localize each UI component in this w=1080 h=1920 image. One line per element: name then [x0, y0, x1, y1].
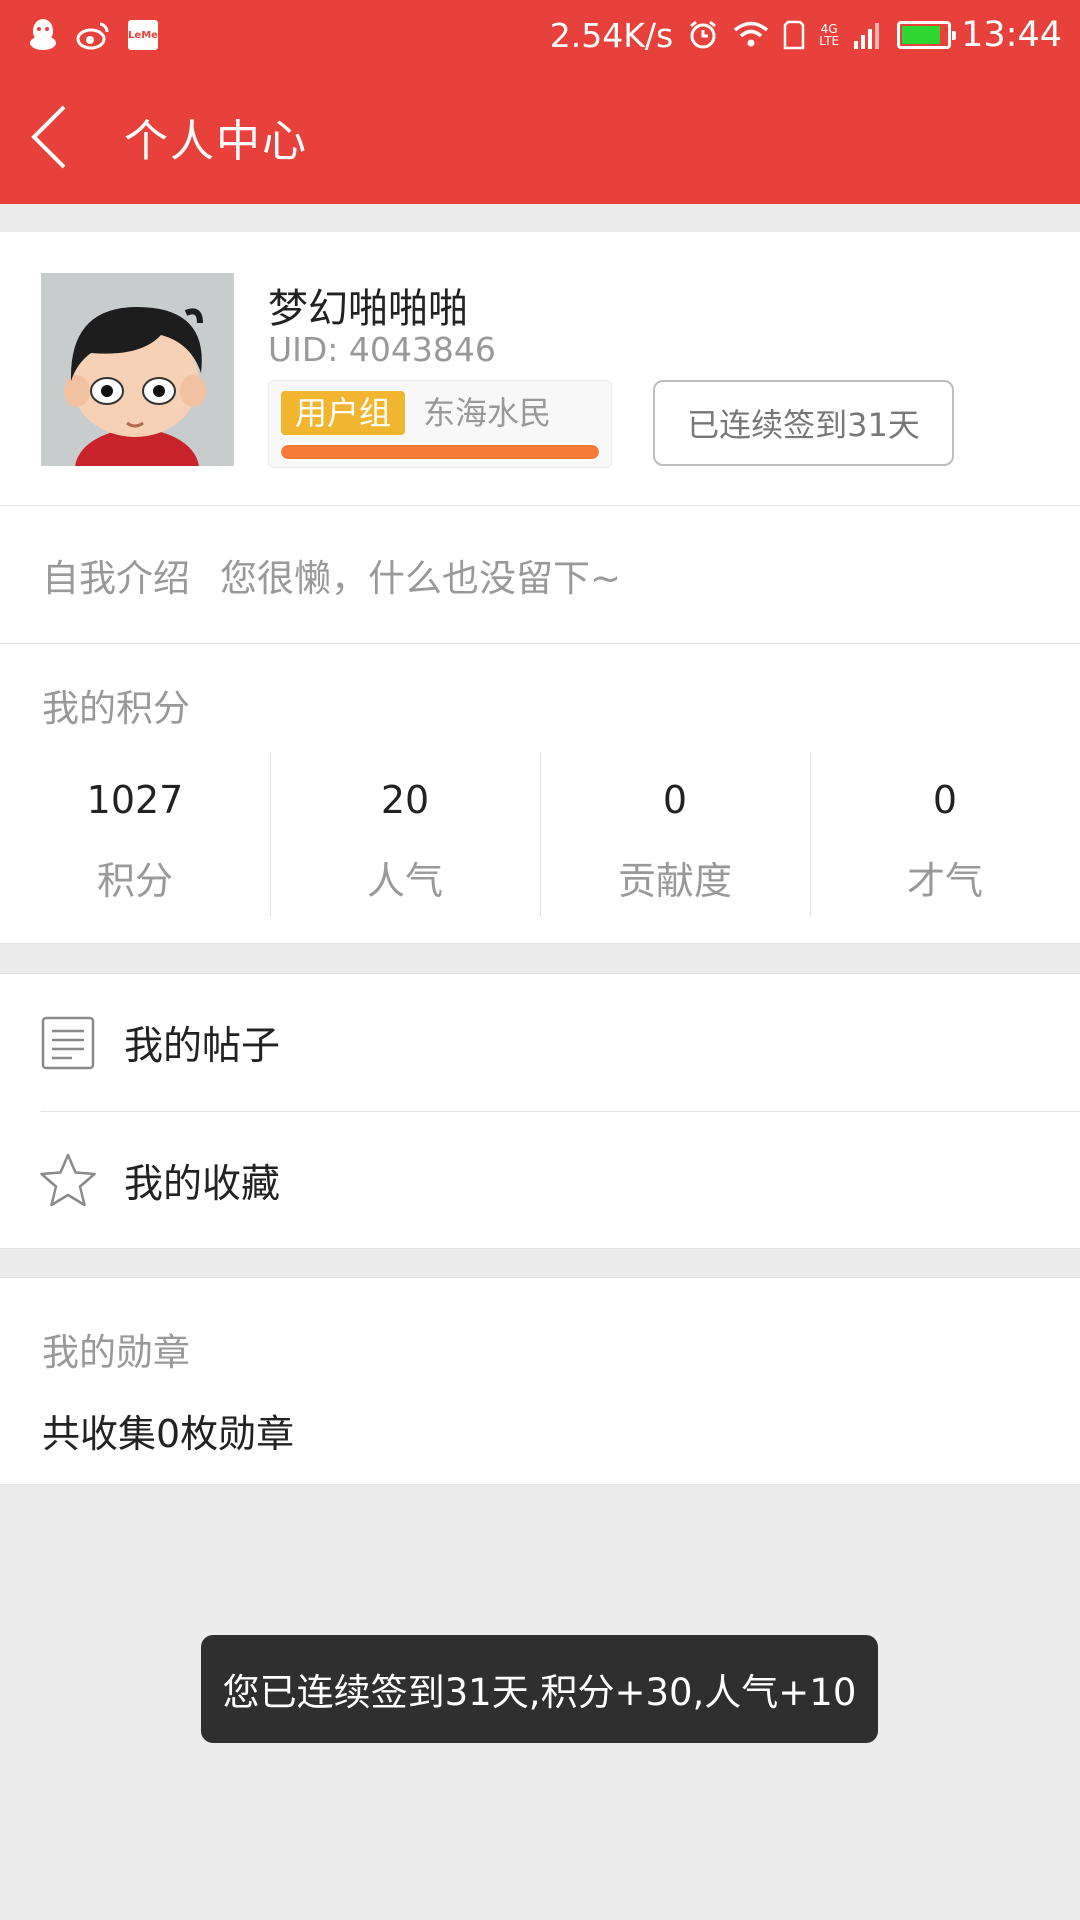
stat-contribution[interactable]: 0 贡献度: [540, 752, 810, 916]
profile-menu: 我的帖子 我的收藏: [0, 973, 1080, 1249]
star-icon: [38, 1151, 98, 1211]
self-intro-label: 自我介绍: [42, 556, 190, 600]
username: 梦幻啪啪啪: [268, 286, 468, 332]
stat-label: 贡献度: [617, 859, 732, 903]
menu-item-label: 我的收藏: [124, 1161, 281, 1207]
user-group-tag: 用户组: [281, 391, 406, 435]
sign-in-button[interactable]: 已连续签到31天: [653, 380, 954, 466]
signal-icon: [854, 23, 880, 49]
experience-bar: [281, 445, 599, 459]
stat-value: 20: [380, 778, 430, 822]
self-intro-row[interactable]: 自我介绍 您很懒，什么也没留下~: [0, 506, 1080, 644]
battery-icon: [897, 21, 957, 49]
stat-label: 才气: [906, 859, 983, 903]
back-button[interactable]: [28, 70, 118, 204]
menu-item-my-favorites[interactable]: 我的收藏: [0, 1112, 1080, 1249]
qq-icon: [30, 19, 56, 50]
self-intro-text: 您很懒，什么也没留下~: [220, 556, 622, 600]
stat-label: 人气: [366, 859, 443, 903]
page-title: 个人中心: [124, 116, 308, 167]
network-type: 4G LTE: [819, 22, 840, 48]
profile-card: 梦幻啪啪啪 UID: 4043846 用户组 东海水民 已连续签到31天: [0, 232, 1080, 509]
menu-item-label: 我的帖子: [124, 1023, 281, 1069]
app-bar: 个人中心: [0, 70, 1080, 204]
medals-section[interactable]: 我的勋章 共收集0枚勋章: [0, 1277, 1080, 1485]
status-bar-left: LeMe: [28, 18, 176, 52]
experience-bar-fill: [281, 445, 599, 459]
status-bar: LeMe 2.54K/s 4G LTE 13:44: [0, 0, 1080, 70]
stat-value: 0: [662, 778, 688, 822]
battery-level: [902, 26, 940, 44]
sim-card-icon: [783, 20, 805, 50]
points-stats: 1027 积分 20 人气 0 贡献度 0 才气: [0, 752, 1080, 916]
status-bar-right: 2.54K/s 4G LTE 13:44: [536, 15, 1062, 55]
clock: 13:44: [961, 15, 1062, 55]
alarm-icon: [690, 20, 717, 49]
points-title: 我的积分: [42, 687, 190, 730]
medals-summary: 共收集0枚勋章: [42, 1412, 295, 1456]
avatar[interactable]: [41, 273, 234, 509]
user-group-name: 东海水民: [423, 394, 552, 432]
net-speed: 2.54K/s: [549, 15, 674, 55]
sign-in-toast: 您已连续签到31天,积分+30,人气+10: [201, 1635, 878, 1743]
user-group-box: 用户组 东海水民: [268, 380, 612, 468]
medals-title: 我的勋章: [42, 1331, 190, 1374]
stat-label: 积分: [96, 859, 173, 903]
stat-popularity[interactable]: 20 人气: [270, 752, 540, 916]
stat-value: 1027: [86, 778, 184, 822]
stat-value: 0: [932, 778, 958, 822]
user-id: UID: 4043846: [268, 330, 496, 369]
leme-icon: LeMe: [128, 20, 158, 50]
document-icon: [38, 1013, 98, 1073]
menu-item-my-posts[interactable]: 我的帖子: [0, 974, 1080, 1111]
points-section: 我的积分 1027 积分 20 人气 0 贡献度 0 才气: [0, 644, 1080, 944]
weibo-icon: [76, 22, 109, 50]
avatar-image: [41, 273, 234, 509]
stat-talent[interactable]: 0 才气: [810, 752, 1080, 916]
chevron-left-icon: [31, 105, 66, 169]
stat-points[interactable]: 1027 积分: [0, 752, 270, 916]
wifi-icon: [734, 21, 769, 47]
